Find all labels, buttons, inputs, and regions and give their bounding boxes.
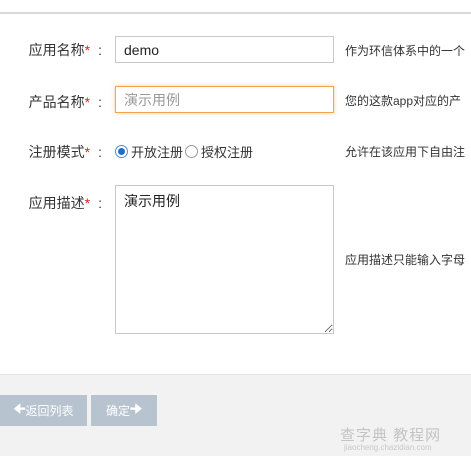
top-divider — [0, 12, 471, 14]
arrow-right-icon: 🠊 — [129, 400, 143, 416]
required-mark: * — [84, 195, 91, 211]
app-name-hint: 作为环信体系中的一个 — [345, 44, 466, 58]
required-mark: * — [84, 144, 91, 160]
radio-unchecked-icon[interactable] — [185, 144, 199, 158]
confirm-button[interactable]: 确定 🠊 — [91, 395, 157, 426]
description-textarea[interactable] — [115, 185, 334, 334]
watermark-main-text: 查字典 教程网 — [340, 427, 442, 444]
register-mode-label: 注册模式*: — [28, 144, 102, 160]
product-name-label: 产品名称*: — [28, 94, 102, 110]
product-name-hint: 您的这款app对应的产 — [345, 94, 462, 108]
app-name-input[interactable] — [115, 36, 334, 63]
app-name-label: 应用名称*: — [28, 42, 102, 58]
register-mode-radio-group: 开放注册 授权注册 — [115, 142, 255, 160]
required-mark: * — [84, 42, 91, 58]
back-to-list-button[interactable]: 🠈 返回列表 — [0, 395, 87, 426]
required-mark: * — [84, 94, 91, 110]
register-mode-hint: 允许在该应用下自由注 — [345, 145, 466, 159]
product-name-input[interactable] — [115, 86, 334, 113]
radio-checked-icon[interactable] — [115, 144, 128, 158]
watermark: 查字典 教程网 jiaocheng.chazidian.com — [340, 424, 468, 452]
radio-open-register[interactable]: 开放注册 — [115, 142, 183, 161]
radio-authorized-register[interactable]: 授权注册 — [185, 142, 253, 161]
watermark-sub-text: jiaocheng.chazidian.com — [344, 443, 432, 452]
description-label: 应用描述*: — [28, 195, 102, 211]
description-hint: 应用描述只能输入字母 — [345, 253, 466, 267]
arrow-left-icon: 🠈 — [13, 400, 26, 416]
